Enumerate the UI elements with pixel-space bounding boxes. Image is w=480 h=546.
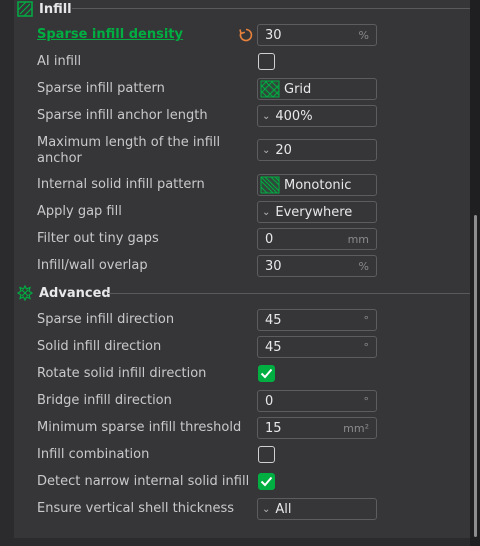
left-strip — [0, 0, 14, 546]
rotate-solid-label: Rotate solid infill direction — [37, 366, 207, 381]
solid-direction-unit: ° — [363, 340, 370, 354]
tiny-gaps-unit: mm — [347, 232, 369, 246]
chevron-down-icon[interactable]: ⌄ — [262, 504, 270, 515]
bridge-direction-value: 0 — [265, 393, 274, 409]
gap-fill-combo[interactable]: ⌄ Everywhere — [257, 201, 377, 223]
sparse-direction-unit: ° — [363, 313, 370, 327]
min-sparse-threshold-unit: mm² — [343, 421, 369, 435]
settings-panel: Infill Sparse infill density 30 % AI inf… — [0, 0, 470, 546]
bridge-direction-unit: ° — [363, 394, 370, 408]
detect-narrow-checkbox[interactable] — [258, 473, 275, 490]
advanced-section-divider — [108, 293, 470, 294]
tiny-gaps-input[interactable]: 0 mm — [257, 228, 377, 250]
detect-narrow-label: Detect narrow internal solid infill — [37, 474, 250, 489]
anchor-length-label: Sparse infill anchor length — [37, 108, 208, 123]
vertical-shell-label: Ensure vertical shell thickness — [37, 501, 235, 516]
internal-solid-pattern-value: Monotonic — [284, 177, 352, 193]
sparse-direction-input[interactable]: 45 ° — [257, 309, 377, 331]
sparse-infill-density-label[interactable]: Sparse infill density — [37, 27, 183, 43]
solid-direction-value: 45 — [265, 339, 282, 355]
ai-infill-label: AI infill — [37, 54, 82, 69]
min-sparse-threshold-input[interactable]: 15 mm² — [257, 417, 377, 439]
sparse-infill-pattern-label: Sparse infill pattern — [37, 81, 165, 96]
anchor-length-value: 400% — [275, 108, 313, 124]
wall-overlap-label: Infill/wall overlap — [37, 258, 148, 273]
sparse-infill-density-value: 30 — [265, 27, 282, 43]
infill-combination-label: Infill combination — [37, 447, 150, 462]
anchor-length-combo[interactable]: ⌄ 400% — [257, 105, 377, 127]
sparse-direction-value: 45 — [265, 312, 282, 328]
infill-combination-checkbox[interactable] — [258, 446, 275, 463]
advanced-section-title: Advanced — [39, 285, 111, 301]
max-anchor-length-value: 20 — [275, 142, 292, 158]
infill-section-title: Infill — [39, 1, 72, 17]
chevron-down-icon[interactable]: ⌄ — [262, 145, 270, 156]
min-sparse-threshold-label: Minimum sparse infill threshold — [37, 420, 242, 435]
wall-overlap-value: 30 — [265, 258, 282, 274]
max-anchor-length-combo[interactable]: ⌄ 20 — [257, 139, 377, 161]
sparse-infill-pattern-value: Grid — [284, 81, 312, 97]
reset-icon[interactable] — [238, 27, 254, 43]
tiny-gaps-value: 0 — [265, 231, 274, 247]
ai-infill-checkbox[interactable] — [258, 53, 275, 70]
vertical-shell-combo[interactable]: ⌄ All — [257, 498, 377, 520]
checkmark-icon — [260, 476, 273, 487]
chevron-down-icon[interactable]: ⌄ — [262, 207, 270, 218]
checkmark-icon — [260, 368, 273, 379]
bridge-direction-input[interactable]: 0 ° — [257, 390, 377, 412]
grid-pattern-icon — [260, 80, 280, 98]
sparse-infill-density-input[interactable]: 30 % — [257, 24, 377, 46]
advanced-section-icon — [17, 285, 33, 301]
bridge-direction-label: Bridge infill direction — [37, 393, 172, 408]
sparse-infill-density-unit: % — [358, 28, 369, 42]
internal-solid-pattern-select[interactable]: Monotonic — [257, 174, 377, 196]
advanced-section-header[interactable]: Advanced — [17, 282, 111, 304]
gap-fill-label: Apply gap fill — [37, 204, 122, 219]
tiny-gaps-label: Filter out tiny gaps — [37, 231, 159, 246]
bottom-strip — [0, 538, 470, 546]
max-anchor-length-label: Maximum length of the infill anchor — [37, 135, 221, 166]
infill-section-icon — [17, 1, 33, 17]
sparse-infill-pattern-select[interactable]: Grid — [257, 78, 377, 100]
infill-section-divider — [72, 8, 470, 9]
chevron-down-icon[interactable]: ⌄ — [262, 111, 270, 122]
rotate-solid-checkbox[interactable] — [258, 365, 275, 382]
scrollbar-thumb[interactable] — [474, 215, 477, 537]
wall-overlap-unit: % — [358, 259, 369, 273]
gap-fill-value: Everywhere — [275, 204, 353, 220]
sparse-direction-label: Sparse infill direction — [37, 312, 175, 327]
monotonic-pattern-icon — [260, 176, 280, 194]
wall-overlap-input[interactable]: 30 % — [257, 255, 377, 277]
internal-solid-pattern-label: Internal solid infill pattern — [37, 177, 205, 192]
solid-direction-label: Solid infill direction — [37, 339, 162, 354]
solid-direction-input[interactable]: 45 ° — [257, 336, 377, 358]
vertical-shell-value: All — [275, 501, 292, 517]
min-sparse-threshold-value: 15 — [265, 420, 282, 436]
infill-section-header[interactable]: Infill — [17, 0, 72, 20]
